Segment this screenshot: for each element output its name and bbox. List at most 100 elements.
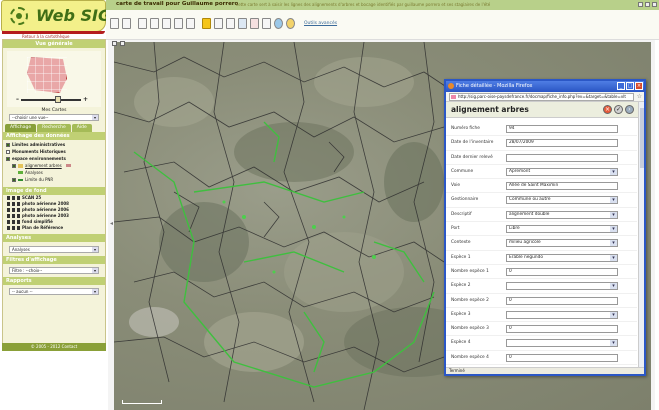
layer-item[interactable]: alignement arbres — [6, 162, 102, 169]
opacity-icon[interactable] — [7, 220, 10, 224]
analyses-select[interactable]: Analyses ▾ — [9, 246, 99, 253]
opacity-icon[interactable] — [17, 226, 20, 230]
my-maps-select[interactable]: --choisir une vue-- ▾ — [9, 114, 99, 121]
opacity-icon[interactable] — [7, 214, 10, 218]
field-select[interactable]: Apremont — [506, 167, 618, 176]
field-select[interactable]: Erable negundo — [506, 253, 618, 262]
field-input[interactable]: 0 — [506, 296, 618, 305]
opacity-icon[interactable] — [7, 196, 10, 200]
close-icon[interactable] — [652, 2, 657, 7]
field-select[interactable] — [506, 339, 618, 348]
field-input[interactable]: 28/07/2009 — [506, 139, 618, 148]
zoom-extent-icon[interactable] — [138, 18, 147, 29]
form-row: Espèce 4 — [446, 336, 637, 351]
info-icon[interactable] — [202, 18, 211, 29]
layer-item[interactable]: Limite du PNR — [6, 176, 102, 183]
field-input[interactable]: 0 — [506, 325, 618, 334]
layer-checkbox[interactable] — [6, 149, 10, 154]
measure-icon[interactable] — [214, 18, 223, 29]
background-option[interactable]: Plan de Référence — [3, 225, 105, 231]
opacity-icon[interactable] — [12, 214, 15, 218]
opacity-icon[interactable] — [17, 196, 20, 200]
pdf-icon[interactable] — [250, 18, 259, 29]
delete-icon[interactable]: × — [603, 105, 612, 114]
draw-icon[interactable] — [226, 18, 235, 29]
opacity-icon[interactable] — [7, 226, 10, 230]
tab-recherche[interactable]: Recherche — [37, 124, 71, 132]
opacity-icon[interactable] — [12, 220, 15, 224]
field-input[interactable]: 0 — [506, 267, 618, 276]
opacity-icon[interactable] — [12, 202, 15, 206]
url-field[interactable]: http://sig.parc-oise-paysdefrance.fr/doc… — [449, 93, 634, 101]
maximize-icon[interactable]: □ — [626, 82, 634, 90]
zoom-in-icon[interactable] — [150, 18, 159, 29]
zoom-slider-handle[interactable] — [55, 96, 61, 103]
opacity-icon[interactable] — [12, 208, 15, 212]
layer-item[interactable]: Monuments Historiques — [6, 148, 102, 155]
layer-checkbox[interactable] — [6, 142, 10, 147]
copyright-footer[interactable]: © 2005 - 2012 Contact — [2, 343, 106, 351]
sun-logo-icon — [10, 7, 28, 25]
zoom-out-icon[interactable] — [162, 18, 171, 29]
field-input[interactable]: 0 — [506, 353, 618, 362]
opacity-icon[interactable] — [12, 226, 15, 230]
opacity-icon[interactable] — [17, 208, 20, 212]
field-select[interactable]: Libre — [506, 225, 618, 234]
print-icon[interactable] — [262, 18, 271, 29]
tab-affichage[interactable]: Affichage — [5, 124, 37, 132]
tab-aide[interactable]: Aide — [71, 124, 92, 132]
scrollbar-thumb[interactable] — [640, 108, 644, 168]
opacity-icon[interactable] — [7, 202, 10, 206]
collapse-sidebar-icon[interactable]: ◂ — [110, 220, 113, 227]
minimize-icon[interactable]: _ — [617, 82, 625, 90]
advanced-tools-link[interactable]: Outils avancés — [304, 21, 337, 26]
zoom-minus-icon[interactable]: – — [16, 96, 19, 103]
maximize-icon[interactable] — [645, 2, 650, 7]
field-select[interactable] — [506, 310, 618, 319]
layer-item[interactable]: Analyses — [6, 169, 102, 176]
minimize-icon[interactable] — [638, 2, 643, 7]
field-select[interactable] — [506, 282, 618, 291]
opacity-icon[interactable] — [17, 214, 20, 218]
layer-item[interactable]: Limites administratives — [6, 141, 102, 148]
my-maps-label: Mes Cartes — [41, 108, 67, 113]
opacity-icon[interactable] — [17, 220, 20, 224]
zoom-plus-icon[interactable]: + — [83, 96, 88, 103]
forward-icon[interactable] — [122, 18, 131, 29]
field-input[interactable]: 94 — [506, 125, 618, 133]
globe-icon[interactable] — [274, 18, 283, 29]
bookmark-star-icon[interactable]: ☆ — [637, 93, 642, 100]
opacity-icon[interactable] — [7, 208, 10, 212]
validate-icon[interactable]: ✓ — [614, 105, 623, 114]
field-input[interactable] — [506, 153, 618, 162]
pan-icon[interactable] — [174, 18, 183, 29]
back-icon[interactable] — [110, 18, 119, 29]
zoom-slider[interactable] — [21, 99, 81, 101]
reports-select[interactable]: -- aucun -- ▾ — [9, 288, 99, 295]
popup-titlebar[interactable]: Fiche détaillée - Mozilla Firefox _ □ × — [446, 81, 644, 92]
edit-icon[interactable] — [65, 164, 71, 167]
pan-up-icon[interactable] — [112, 41, 117, 46]
opacity-icon[interactable] — [17, 202, 20, 206]
field-select[interactable]: milieu agricole — [506, 239, 618, 248]
popup-scrollbar[interactable] — [638, 102, 644, 367]
layer-checkbox[interactable] — [12, 177, 16, 182]
overview-map[interactable]: – + — [7, 51, 101, 107]
help-icon[interactable] — [286, 18, 295, 29]
close-icon[interactable]: × — [635, 82, 643, 90]
select-icon[interactable] — [186, 18, 195, 29]
field-input[interactable]: Allée de Saint Maximin — [506, 182, 618, 191]
window-controls — [638, 2, 657, 7]
layer-checkbox[interactable] — [6, 156, 10, 161]
layer-checkbox[interactable] — [12, 163, 16, 168]
field-select[interactable]: alignement double — [506, 210, 618, 219]
layer-item[interactable]: espace environnements — [6, 155, 102, 162]
filters-select[interactable]: Filtre : --choix-- ▾ — [9, 267, 99, 274]
pan-left-icon[interactable] — [120, 41, 125, 46]
logo[interactable]: Web SIG — [1, 0, 111, 34]
field-select[interactable]: Commune ou autre — [506, 196, 618, 205]
view-icon[interactable] — [238, 18, 247, 29]
opacity-icon[interactable] — [12, 196, 15, 200]
next-icon[interactable]: › — [625, 105, 634, 114]
legend-line-icon — [18, 178, 23, 181]
